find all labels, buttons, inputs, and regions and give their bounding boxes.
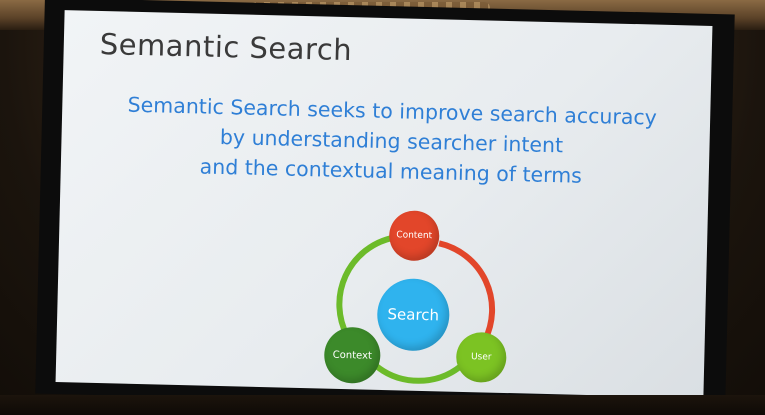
projection-screen-frame: Semantic Search Semantic Search seeks to…: [35, 0, 735, 411]
slide-tagline: Semantic Search seeks to improve search …: [101, 89, 683, 193]
photo-scene: Semantic Search Semantic Search seeks to…: [0, 0, 765, 415]
room-floor: [0, 395, 765, 415]
context-node-label: Context: [332, 349, 373, 362]
slide-title: Semantic Search: [99, 26, 353, 68]
search-node-label: Search: [387, 305, 440, 325]
arc-user-to-context: [374, 363, 463, 384]
projected-slide: Semantic Search Semantic Search seeks to…: [55, 10, 713, 398]
content-node-label: Content: [396, 230, 433, 242]
cycle-diagram: Content Search Context User: [306, 206, 530, 391]
user-node-label: User: [470, 352, 492, 363]
